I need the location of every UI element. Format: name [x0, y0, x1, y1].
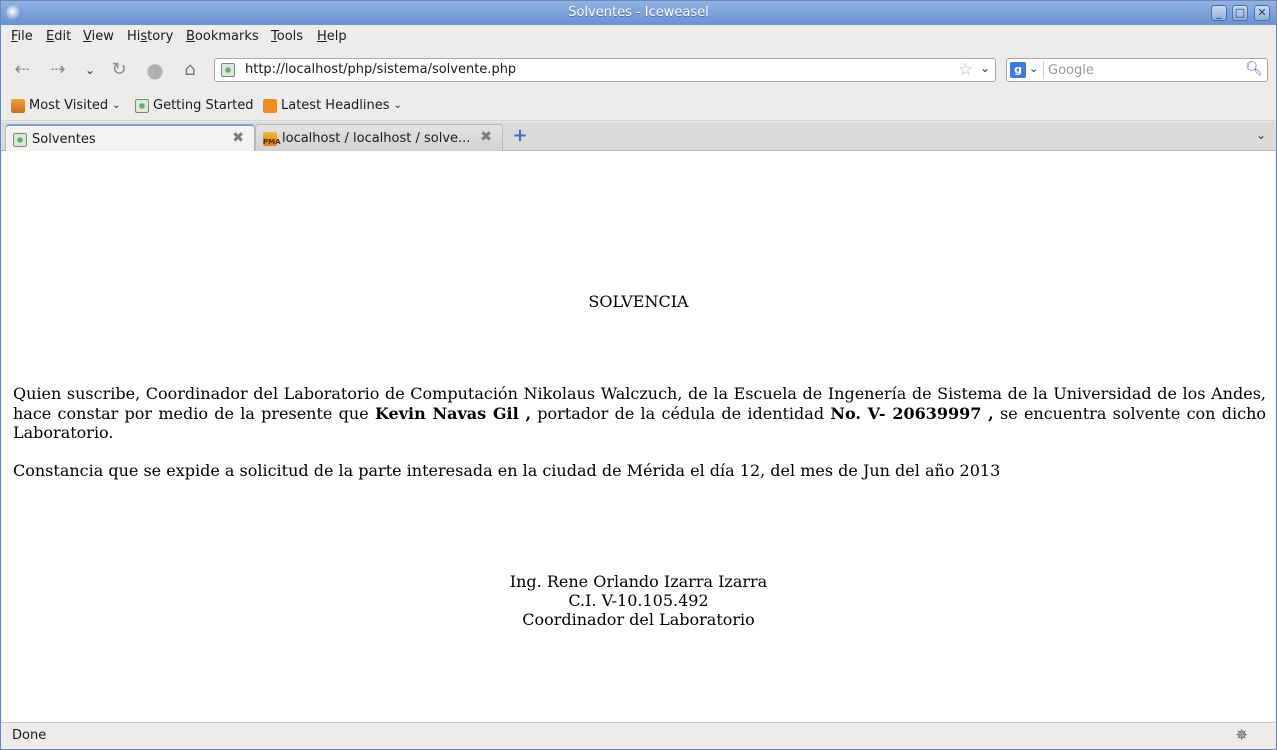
page-icon: [13, 133, 27, 147]
firebug-icon[interactable]: ✵: [1235, 726, 1248, 744]
menu-tools[interactable]: Tools: [271, 29, 303, 44]
search-icon[interactable]: 🔍︎: [1245, 61, 1263, 77]
search-bar: g ⌄ 🔍︎: [1006, 58, 1268, 82]
url-text[interactable]: http://localhost/php/sistema/solvente.ph…: [245, 62, 516, 77]
most-visited-icon: [11, 98, 25, 113]
list-all-tabs-icon[interactable]: ⌄: [1256, 128, 1266, 142]
signature-block: Ing. Rene Orlando Izarra Izarra C.I. V-1…: [2, 572, 1275, 629]
phpmyadmin-icon: PMA: [263, 132, 281, 146]
forward-icon[interactable]: ⇢: [45, 57, 71, 83]
status-bar: Done ✵: [1, 722, 1276, 749]
bookmark-most-visited[interactable]: Most Visited ⌄: [11, 98, 121, 113]
bookmark-star-icon[interactable]: ☆: [958, 60, 973, 80]
signer-role: Coordinador del Laboratorio: [522, 610, 755, 629]
student-name: Kevin Navas Gil ,: [374, 403, 532, 423]
bookmark-latest-headlines[interactable]: Latest Headlines ⌄: [263, 98, 402, 113]
tab-strip: Solventes ✖ PMA localhost / localhost / …: [1, 122, 1276, 152]
browser-window: Solventes - Iceweasel _ □ ✕ File Edit Vi…: [0, 0, 1277, 750]
menu-bar: File Edit View History Bookmarks Tools H…: [1, 25, 1276, 49]
document-title: SOLVENCIA: [588, 292, 689, 311]
title-bar: Solventes - Iceweasel _ □ ✕: [1, 1, 1276, 25]
menu-history[interactable]: History: [127, 29, 173, 44]
page-content: SOLVENCIA Quien suscribe, Coordinador de…: [2, 151, 1275, 722]
url-bar[interactable]: http://localhost/php/sistema/solvente.ph…: [214, 58, 996, 82]
certification-paragraph: Quien suscribe, Coordinador del Laborato…: [13, 384, 1267, 442]
stop-icon[interactable]: ●: [142, 57, 168, 83]
navigation-toolbar: ⇠ ⇢ ⌄ ↻ ● ⌂ http://localhost/php/sistema…: [1, 49, 1276, 91]
signer-ci: C.I. V-10.105.492: [568, 591, 709, 610]
site-identity-icon[interactable]: [221, 63, 235, 77]
search-input[interactable]: [1048, 61, 1244, 79]
url-dropdown-icon[interactable]: ⌄: [980, 61, 990, 75]
issuance-paragraph: Constancia que se expide a solicitud de …: [13, 461, 1001, 480]
signer-name: Ing. Rene Orlando Izarra Izarra: [509, 572, 768, 591]
tab-label: localhost / localhost / solve...: [282, 131, 470, 146]
tab-phpmyadmin[interactable]: PMA localhost / localhost / solve... ✖: [255, 124, 503, 151]
back-icon[interactable]: ⇠: [9, 57, 35, 83]
tab-solventes[interactable]: Solventes ✖: [5, 124, 255, 152]
bookmarks-toolbar: Most Visited ⌄ Getting Started Latest He…: [1, 91, 1276, 121]
menu-help[interactable]: Help: [317, 29, 347, 44]
status-text: Done: [12, 728, 47, 743]
minimize-button[interactable]: _: [1211, 5, 1227, 21]
history-dropdown-icon[interactable]: ⌄: [77, 57, 103, 83]
engine-dropdown-icon[interactable]: ⌄: [1029, 62, 1038, 75]
tab-label: Solventes: [32, 132, 96, 147]
window-title: Solventes - Iceweasel: [568, 5, 709, 20]
menu-file[interactable]: File: [11, 29, 33, 44]
rss-icon: [263, 98, 277, 113]
close-window-button[interactable]: ✕: [1254, 5, 1270, 21]
google-engine-icon[interactable]: g: [1010, 62, 1026, 78]
new-tab-icon[interactable]: +: [510, 126, 530, 146]
close-tab-icon[interactable]: ✖: [480, 129, 492, 145]
menu-edit[interactable]: Edit: [46, 29, 71, 44]
home-icon[interactable]: ⌂: [177, 57, 203, 83]
chevron-down-icon: ⌄: [393, 100, 402, 111]
menu-bookmarks[interactable]: Bookmarks: [186, 29, 259, 44]
id-number: No. V- 20639997 ,: [830, 403, 994, 423]
maximize-button[interactable]: □: [1232, 5, 1248, 21]
close-tab-icon[interactable]: ✖: [232, 130, 244, 146]
chevron-down-icon: ⌄: [112, 100, 121, 111]
page-icon: [135, 98, 149, 113]
menu-view[interactable]: View: [83, 29, 114, 44]
search-divider: [1043, 61, 1044, 79]
bookmark-getting-started[interactable]: Getting Started: [135, 98, 254, 113]
reload-icon[interactable]: ↻: [106, 57, 132, 83]
